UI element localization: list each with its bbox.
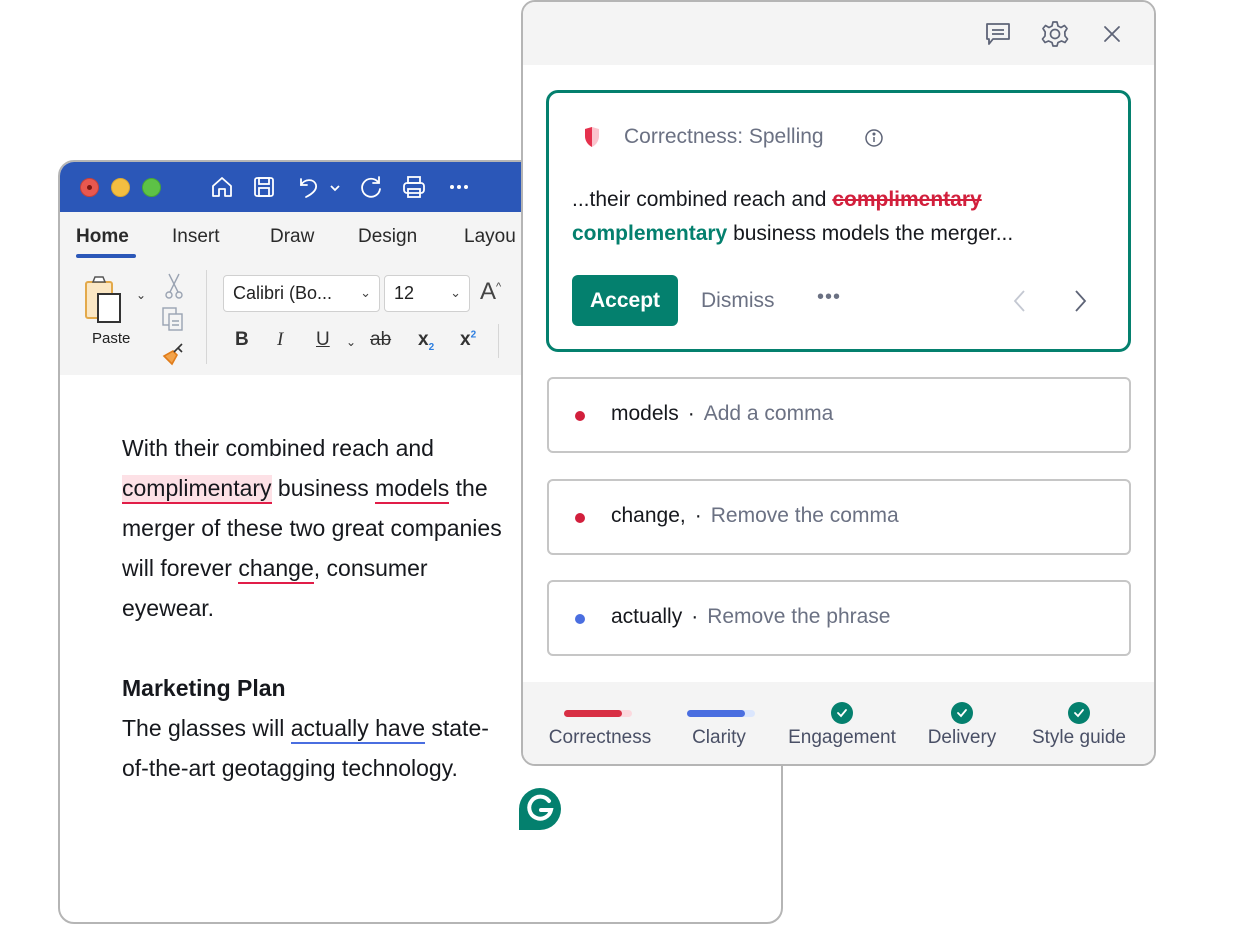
correctness-underline[interactable]: change — [238, 555, 314, 584]
paragraph: With their combined reach and compliment… — [122, 435, 502, 621]
more-icon[interactable] — [445, 173, 473, 201]
suggestion-snippet: ...their combined reach and complimentar… — [572, 188, 1014, 245]
strikethrough-button[interactable]: ab — [370, 329, 391, 351]
dismiss-button[interactable]: Dismiss — [701, 289, 775, 313]
correctness-dot — [575, 411, 585, 421]
paste-icon[interactable] — [84, 274, 126, 326]
chevron-down-icon: ⌄ — [360, 285, 371, 300]
paste-label[interactable]: Paste — [92, 330, 130, 347]
check-circle-icon — [951, 702, 973, 724]
correctness-progress-track — [564, 710, 632, 717]
correctness-progress-fill — [564, 710, 622, 717]
undo-dropdown-icon[interactable] — [328, 173, 342, 201]
correctness-dot — [575, 513, 585, 523]
zoom-window-button[interactable] — [142, 178, 161, 197]
suggestion-hint: Remove the comma — [710, 504, 899, 527]
category-style-guide[interactable]: Style guide — [1023, 682, 1135, 764]
previous-suggestion-icon[interactable] — [1009, 287, 1031, 315]
suggestion-card[interactable]: actually · Remove the phrase — [547, 580, 1131, 656]
section-heading: Marketing Plan — [122, 675, 286, 701]
panel-header — [523, 2, 1154, 65]
chevron-down-icon: ⌄ — [450, 285, 461, 300]
grammarly-panel: Correctness: Spelling ...their combined … — [521, 0, 1156, 766]
save-icon[interactable] — [250, 173, 278, 201]
format-painter-icon[interactable] — [160, 340, 186, 366]
info-icon[interactable] — [864, 128, 884, 148]
tab-design[interactable]: Design — [358, 226, 417, 248]
italic-button[interactable]: I — [277, 329, 283, 351]
suggestion-card[interactable]: models · Add a comma — [547, 377, 1131, 453]
suggestion-hint: Remove the phrase — [707, 605, 891, 628]
active-tab-indicator — [76, 254, 136, 258]
paste-dropdown-icon[interactable]: ⌄ — [136, 288, 146, 302]
check-circle-icon — [831, 702, 853, 724]
category-clarity[interactable]: Clarity — [673, 682, 765, 764]
suggestion-hint: Add a comma — [703, 402, 834, 425]
underline-button[interactable]: U — [316, 329, 330, 351]
category-delivery[interactable]: Delivery — [917, 682, 1007, 764]
ribbon-divider — [206, 270, 207, 364]
close-icon[interactable] — [1097, 19, 1127, 49]
check-circle-icon — [1068, 702, 1090, 724]
font-name-select[interactable]: Calibri (Bo... ⌄ — [223, 275, 380, 312]
suggestion-word: models — [611, 402, 679, 425]
suggestion-word: change, — [611, 504, 686, 527]
tab-home[interactable]: Home — [76, 226, 129, 248]
tab-draw[interactable]: Draw — [270, 226, 314, 248]
minimize-window-button[interactable] — [111, 178, 130, 197]
cut-icon[interactable] — [164, 272, 184, 300]
ribbon-divider — [498, 324, 499, 358]
font-name-value: Calibri (Bo... — [233, 283, 333, 303]
superscript-button[interactable]: x2 — [460, 329, 476, 351]
font-size-select[interactable]: 12 ⌄ — [384, 275, 470, 312]
suggestion-category: Correctness: Spelling — [624, 125, 824, 148]
next-suggestion-icon[interactable] — [1069, 287, 1091, 315]
paragraph: The glasses will actually have state-of-… — [122, 715, 489, 781]
suggestion-word: actually — [611, 605, 683, 628]
active-suggestion-card[interactable]: Correctness: Spelling ...their combined … — [546, 90, 1131, 352]
settings-icon[interactable] — [1040, 19, 1070, 49]
tab-layout[interactable]: Layou — [464, 226, 516, 248]
print-icon[interactable] — [400, 173, 428, 201]
subscript-button[interactable]: x2 — [418, 329, 434, 353]
clarity-progress-track — [687, 710, 755, 717]
tab-insert[interactable]: Insert — [172, 226, 220, 248]
grow-font-icon[interactable]: A^ — [480, 278, 501, 306]
suggestion-card[interactable]: change, · Remove the comma — [547, 479, 1131, 555]
inserted-text[interactable]: complementary — [572, 222, 727, 245]
close-window-button[interactable] — [80, 178, 99, 197]
bold-button[interactable]: B — [235, 329, 249, 351]
correctness-underline[interactable]: models — [375, 475, 450, 504]
spelling-error-highlight[interactable]: complimentary — [122, 475, 272, 504]
clarity-progress-fill — [687, 710, 745, 717]
clarity-dot — [575, 614, 585, 624]
copy-icon[interactable] — [160, 306, 186, 332]
category-footer: Correctness Clarity Engagement Delivery … — [523, 682, 1154, 764]
more-options-icon[interactable]: ••• — [817, 286, 841, 309]
category-engagement[interactable]: Engagement — [781, 682, 903, 764]
redo-icon[interactable] — [357, 173, 385, 201]
clarity-underline[interactable]: actually have — [290, 715, 425, 744]
font-size-value: 12 — [394, 283, 415, 303]
accept-button[interactable]: Accept — [572, 275, 678, 326]
feedback-icon[interactable] — [983, 19, 1013, 49]
category-correctness[interactable]: Correctness — [537, 682, 663, 764]
underline-dropdown-icon[interactable]: ⌄ — [346, 335, 356, 349]
document-body[interactable]: With their combined reach and compliment… — [122, 428, 502, 788]
undo-icon[interactable] — [294, 173, 322, 201]
home-icon[interactable] — [208, 173, 236, 201]
correctness-shield-icon — [582, 126, 602, 148]
removed-text: complimentary — [832, 188, 982, 211]
grammarly-logo-icon[interactable] — [518, 787, 562, 831]
